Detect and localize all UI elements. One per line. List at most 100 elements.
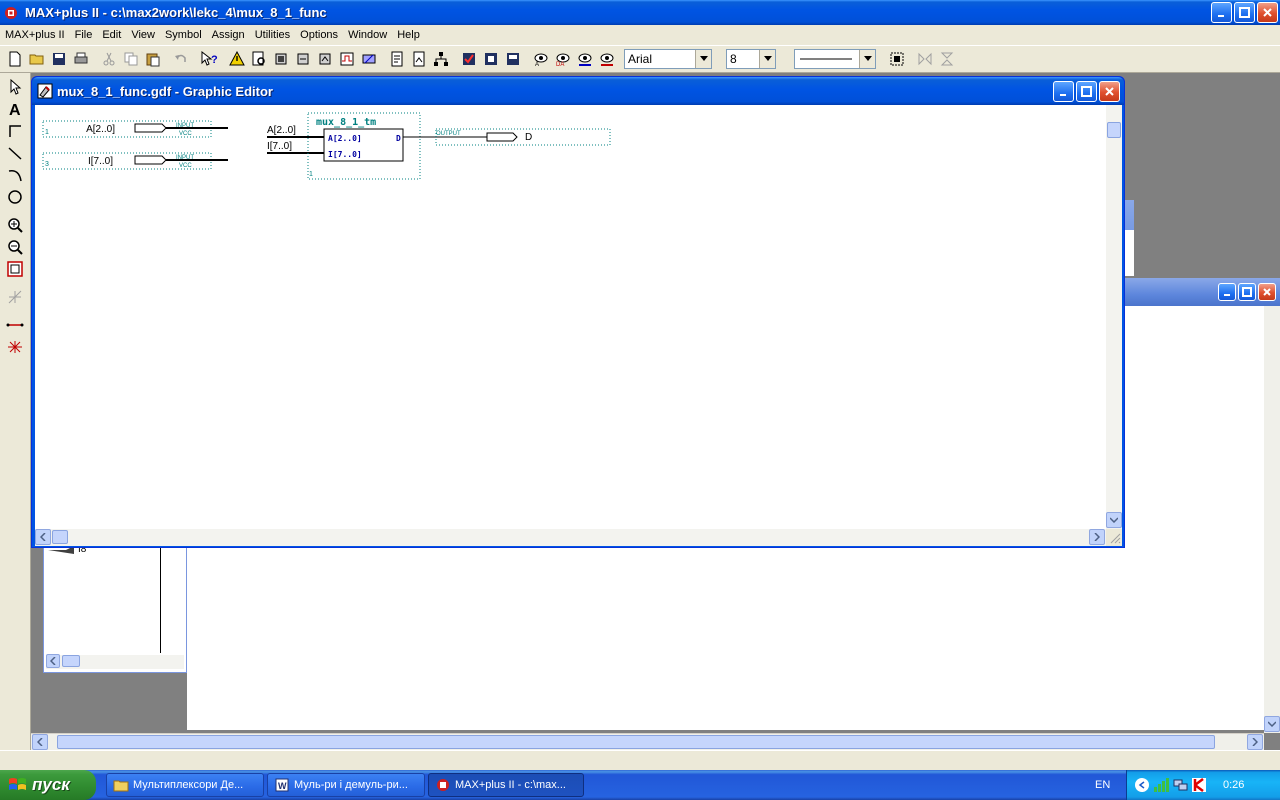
bg-scroll-left-button[interactable] [46,654,60,668]
editor-resize-grip[interactable] [1106,529,1122,546]
timing-da-button[interactable]: DA [552,49,573,70]
bus-wire-i[interactable]: I[7..0] [267,141,324,154]
bg-close-button[interactable] [1258,283,1276,301]
open-hierarchy-up-button[interactable] [386,49,407,70]
save-compile-button[interactable] [480,49,501,70]
waveform-button[interactable] [336,49,357,70]
arc-tool[interactable] [3,164,27,186]
start-button[interactable]: пуск [0,770,96,800]
menu-view[interactable]: View [126,29,160,41]
minimize-button[interactable] [1211,2,1232,23]
taskbar-item-maxplus[interactable]: MAX+plus II - c:\max... [428,773,584,797]
close-button[interactable] [1257,2,1278,23]
graphic-editor-window[interactable]: mux_8_1_func.gdf - Graphic Editor 1 A[2.… [31,76,1125,548]
app-titlebar[interactable]: MAX+plus II - c:\max2work\lekc_4\mux_8_1… [0,0,1280,25]
line-style-select[interactable] [794,49,876,69]
timing-sim-button[interactable] [574,49,595,70]
text-tool[interactable]: A [3,98,27,120]
flip-horizontal-button[interactable] [914,49,935,70]
save-simulate-button[interactable] [502,49,523,70]
floorplan-button[interactable] [270,49,291,70]
timing-wave-button[interactable] [596,49,617,70]
open-file-button[interactable] [26,49,47,70]
menu-utilities[interactable]: Utilities [250,29,295,41]
bg-minimize-button[interactable] [1218,283,1236,301]
timing-button[interactable] [314,49,335,70]
simulator-button[interactable] [292,49,313,70]
network-signal-icon[interactable] [1153,777,1171,793]
editor-scroll-right-button[interactable] [1089,529,1105,545]
background-window-titlebar[interactable] [1125,278,1280,306]
save-button[interactable] [48,49,69,70]
antivirus-k-icon[interactable] [1191,777,1207,793]
editor-hscroll-thumb[interactable] [52,530,68,544]
menu-window[interactable]: Window [343,29,392,41]
rubberbanding-tool[interactable] [3,286,27,308]
editor-vscroll-thumb[interactable] [1107,122,1121,138]
zoom-out-tool[interactable] [3,236,27,258]
diagonal-line-tool[interactable] [3,142,27,164]
menu-maxplus[interactable]: MAX+plus II [0,29,70,41]
graphic-editor-titlebar[interactable]: mux_8_1_func.gdf - Graphic Editor [32,77,1124,105]
menu-options[interactable]: Options [295,29,343,41]
copy-button[interactable] [120,49,141,70]
editor-scroll-left-button[interactable] [35,529,51,545]
timing-analyzer-button[interactable]: A [530,49,551,70]
background-window-small[interactable]: I8 [43,540,187,673]
menu-assign[interactable]: Assign [207,29,250,41]
editor-minimize-button[interactable] [1053,81,1074,102]
flip-vertical-button[interactable] [936,49,957,70]
zoom-in-tool[interactable] [3,214,27,236]
help-button[interactable]: ? [198,49,219,70]
tray-expand-button[interactable] [1135,778,1149,792]
orthogonal-line-tool[interactable] [3,120,27,142]
mdi-vertical-scrollbar[interactable] [1264,306,1280,733]
mdi-horizontal-scrollbar[interactable] [31,733,1264,750]
bg-scroll-thumb[interactable] [62,655,80,667]
schematic-canvas[interactable]: 1 A[2..0] INPUT VCC 3 I[7..0] INPUT VCC … [35,105,1106,529]
open-hierarchy-down-button[interactable] [408,49,429,70]
editor-close-button[interactable] [1099,81,1120,102]
language-indicator[interactable]: EN [1095,779,1110,791]
fit-in-window-tool[interactable] [3,258,27,280]
font-select[interactable]: Arial [624,49,712,69]
circle-tool[interactable] [3,186,27,208]
new-file-button[interactable] [4,49,25,70]
save-check-button[interactable] [458,49,479,70]
menu-file[interactable]: File [70,29,98,41]
mux-block-symbol[interactable]: mux_8_1_tm A[2..0] I[7..0] D 1 [307,112,421,180]
menu-edit[interactable]: Edit [97,29,126,41]
maximize-button[interactable] [1234,2,1255,23]
menu-help[interactable]: Help [392,29,425,41]
menu-symbol[interactable]: Symbol [160,29,207,41]
schematic-drawing[interactable]: 1 A[2..0] INPUT VCC 3 I[7..0] INPUT VCC … [35,105,1106,529]
network-computers-icon[interactable] [1173,777,1189,793]
mdi-scroll-right-button[interactable] [1247,734,1263,750]
output-pin-d[interactable]: OUTPUT D [403,128,611,146]
mdi-scroll-down-button[interactable] [1264,716,1280,732]
mdi-scroll-left-button[interactable] [32,734,48,750]
editor-maximize-button[interactable] [1076,81,1097,102]
selection-tool[interactable] [3,76,27,98]
print-button[interactable] [70,49,91,70]
rubberband-button[interactable] [886,49,907,70]
hierarchy-button[interactable] [248,49,269,70]
input-pin-a[interactable]: 1 A[2..0] INPUT VCC [42,120,228,138]
taskbar-item-word[interactable]: W Муль-ри і демуль-ри... [267,773,425,797]
connect-tool[interactable] [3,314,27,336]
taskbar-item-folder[interactable]: Мультиплексори Де... [106,773,264,797]
hierarchy-tree-button[interactable] [430,49,451,70]
font-size-select[interactable]: 8 [726,49,776,69]
clock[interactable]: 0:26 [1223,779,1244,791]
cut-button[interactable] [98,49,119,70]
mdi-scroll-thumb[interactable] [57,735,1215,749]
editor-vertical-scrollbar[interactable] [1106,105,1122,529]
programmer-button[interactable] [358,49,379,70]
paste-button[interactable] [142,49,163,70]
disconnect-tool[interactable] [3,336,27,358]
undo-button[interactable] [170,49,191,70]
compiler-button[interactable] [226,49,247,70]
input-pin-i[interactable]: 3 I[7..0] INPUT VCC [42,152,228,170]
editor-scroll-down-button[interactable] [1106,512,1122,528]
bg-maximize-button[interactable] [1238,283,1256,301]
